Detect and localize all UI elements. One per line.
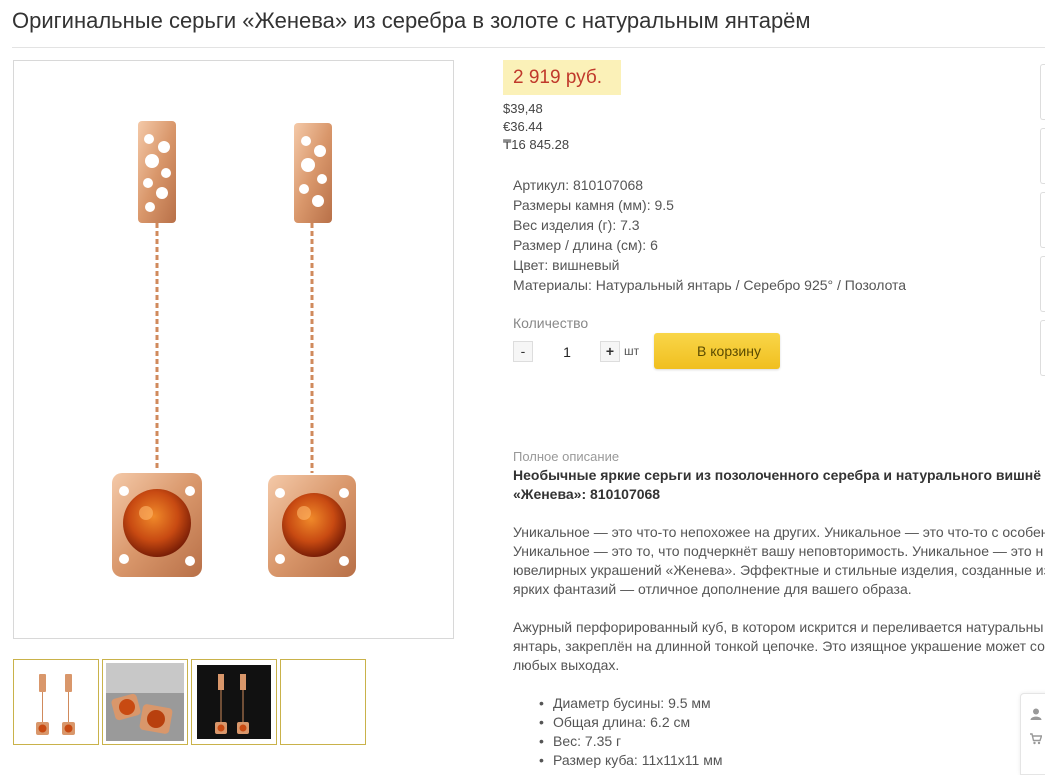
add-to-cart-button[interactable]: В корзину — [654, 333, 780, 369]
price-kzt: ₸16 845.28 — [503, 137, 570, 152]
quantity-input[interactable] — [540, 341, 594, 362]
headline-line: «Женева»: 810107068 — [513, 486, 661, 502]
alternate-prices: $39,48 €36.44 ₸16 845.28 — [503, 100, 569, 154]
list-item: Размер куба: 11х11х11 мм — [539, 751, 1045, 770]
quantity-increment-button[interactable]: + — [600, 341, 620, 362]
right-earring — [268, 123, 356, 577]
quantity-label: Количество — [513, 315, 589, 331]
title-divider — [12, 47, 1045, 48]
side-tab-4[interactable] — [1040, 256, 1045, 312]
paragraph-line: ювелирных украшений «Женева». Эффектные … — [513, 562, 1045, 578]
list-item: Вес: 7.35 г — [539, 732, 1045, 751]
list-item: Общая длина: 6.2 см — [539, 713, 1045, 732]
page-title: Оригинальные серьги «Женева» из серебра … — [12, 8, 811, 33]
paragraph-line: янтарь, закреплён на длинной тонкой цепо… — [513, 638, 1045, 654]
spec-label: Размеры камня (мм): — [513, 197, 651, 213]
paragraph-line: Уникальное — это что-то непохожее на дру… — [513, 524, 1045, 540]
thumbnail-4[interactable] — [280, 659, 366, 745]
spec-label: Цвет: — [513, 257, 549, 273]
price-eur: €36.44 — [503, 119, 543, 134]
description-bullets: Диаметр бусины: 9.5 мм Общая длина: 6.2 … — [513, 694, 1045, 770]
spec-weight: Вес изделия (г): 7.3 — [513, 215, 906, 235]
paragraph-line: Уникальное — это то, что подчеркнёт вашу… — [513, 543, 1044, 559]
description-label: Полное описание — [513, 449, 620, 464]
side-tab-3[interactable] — [1040, 192, 1045, 248]
cart-icon[interactable] — [1030, 733, 1042, 745]
side-tab-2[interactable] — [1040, 128, 1045, 184]
paragraph-line: любых выходах. — [513, 657, 620, 673]
floating-toolbar — [1020, 693, 1045, 775]
add-to-cart-label: В корзину — [697, 343, 761, 359]
price: 2 919 руб. — [513, 67, 603, 88]
price-usd: $39,48 — [503, 101, 543, 116]
product-description: Полное описание Необычные яркие серьги и… — [513, 447, 1045, 770]
spec-value: Натуральный янтарь / Серебро 925° / Позо… — [595, 277, 907, 293]
product-image[interactable] — [13, 60, 454, 639]
spec-value: 9.5 — [654, 197, 674, 213]
list-item: Диаметр бусины: 9.5 мм — [539, 694, 1045, 713]
thumbnail-1[interactable] — [13, 659, 99, 745]
product-specs: Артикул: 810107068 Размеры камня (мм): 9… — [513, 175, 906, 295]
user-icon[interactable] — [1030, 708, 1042, 720]
spec-label: Артикул: — [513, 177, 570, 193]
spec-color: Цвет: вишневый — [513, 255, 906, 275]
spec-label: Материалы: — [513, 277, 592, 293]
spec-stone-size: Размеры камня (мм): 9.5 — [513, 195, 906, 215]
left-earring — [112, 121, 202, 577]
spec-article: Артикул: 810107068 — [513, 175, 906, 195]
paragraph-line: Ажурный перфорированный куб, в котором и… — [513, 619, 1044, 635]
description-paragraph-2: Ажурный перфорированный куб, в котором и… — [513, 618, 1045, 675]
thumbnail-3[interactable] — [191, 659, 277, 745]
spec-length: Размер / длина (см): 6 — [513, 235, 906, 255]
quantity-decrement-button[interactable]: - — [513, 341, 533, 362]
spec-materials: Материалы: Натуральный янтарь / Серебро … — [513, 275, 906, 295]
spec-value: 6 — [650, 237, 658, 253]
spec-value: вишневый — [552, 257, 620, 273]
side-tab-1[interactable] — [1040, 64, 1045, 120]
description-headline: Необычные яркие серьги из позолоченного … — [513, 466, 1045, 504]
paragraph-line: ярких фантазий — отличное дополнение для… — [513, 581, 912, 597]
headline-line: Необычные яркие серьги из позолоченного … — [513, 467, 1042, 483]
side-tab-5[interactable] — [1040, 320, 1045, 376]
spec-label: Размер / длина (см): — [513, 237, 647, 253]
quantity-unit: шт — [624, 344, 640, 358]
thumbnail-2[interactable] — [102, 659, 188, 745]
description-paragraph-1: Уникальное — это что-то непохожее на дру… — [513, 523, 1045, 599]
spec-value: 7.3 — [620, 217, 640, 233]
price-badge: 2 919 руб. — [503, 60, 621, 95]
spec-value: 810107068 — [572, 177, 644, 193]
earrings-illustration — [112, 121, 356, 577]
spec-label: Вес изделия (г): — [513, 217, 617, 233]
